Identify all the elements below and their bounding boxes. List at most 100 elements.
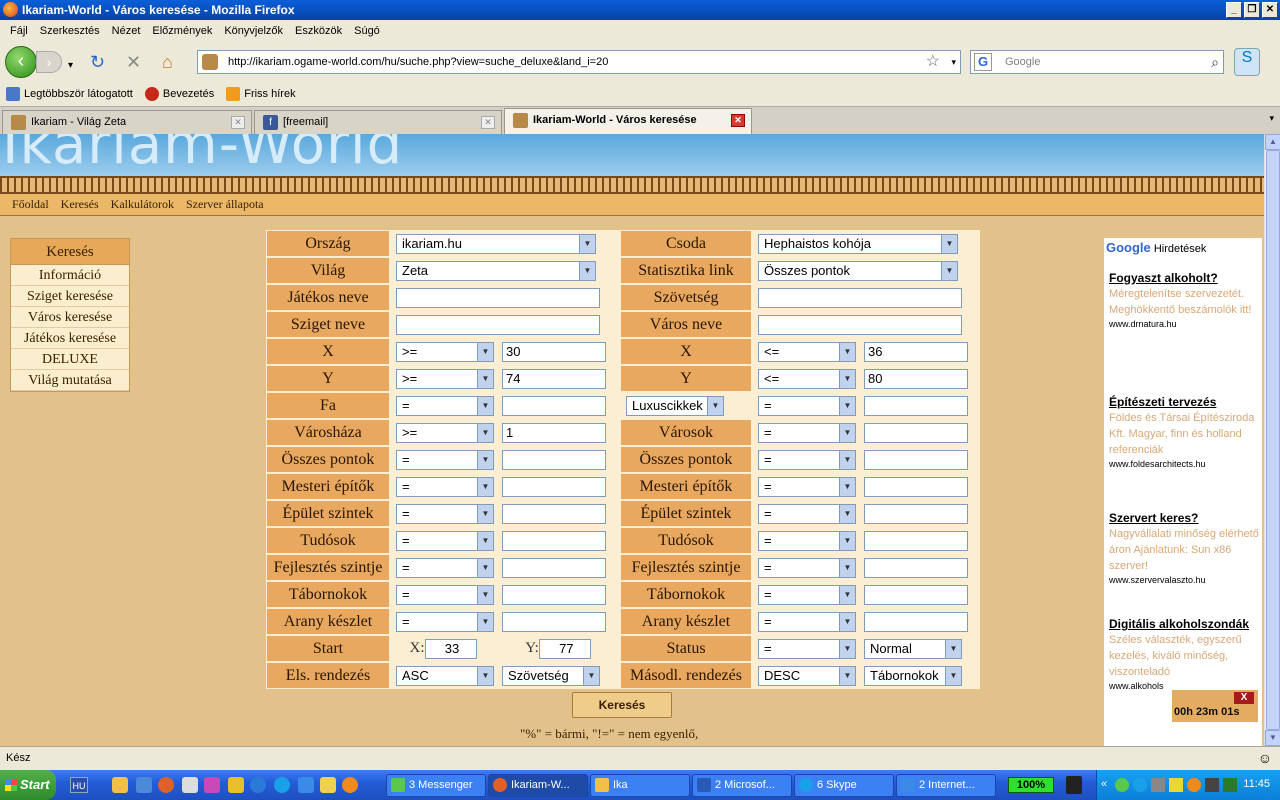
- ad-item[interactable]: Digitális alkoholszondák Széles választék…: [1109, 616, 1259, 692]
- skype-quicklaunch-icon[interactable]: [274, 777, 290, 793]
- criteria-value-input[interactable]: [864, 476, 968, 497]
- url-bar[interactable]: http://ikariam.ogame-world.com/hu/suche.…: [197, 50, 961, 74]
- left-menu-island-search[interactable]: Sziget keresése: [11, 286, 129, 307]
- tray-network-icon[interactable]: [1205, 778, 1219, 792]
- quicklaunch-icon[interactable]: [182, 777, 198, 793]
- vertical-scrollbar[interactable]: ▲ ▼: [1264, 134, 1280, 746]
- bookmark-most-visited[interactable]: Legtöbbször látogatott: [6, 87, 141, 101]
- search-icon[interactable]: ⌕: [1211, 51, 1219, 73]
- task-messenger[interactable]: 3 Messenger: [386, 774, 486, 797]
- operator-select[interactable]: = ▼: [396, 557, 494, 578]
- criteria-value-input[interactable]: [502, 611, 606, 632]
- luxury-type-select[interactable]: Luxuscikkek ▼: [626, 395, 724, 416]
- messenger-quicklaunch-icon[interactable]: [342, 777, 358, 793]
- operator-select[interactable]: = ▼: [758, 422, 856, 443]
- ad-title[interactable]: Digitális alkoholszondák: [1109, 616, 1259, 632]
- nav-search-link[interactable]: Keresés: [61, 197, 99, 212]
- tray-icon[interactable]: [1169, 778, 1183, 792]
- quicklaunch-icon[interactable]: [204, 777, 220, 793]
- operator-select[interactable]: >= ▼: [396, 422, 494, 443]
- scroll-up-icon[interactable]: ▲: [1265, 134, 1280, 150]
- media-player-icon[interactable]: [250, 777, 266, 793]
- left-menu-player-search[interactable]: Játékos keresése: [11, 328, 129, 349]
- nav-server-status-link[interactable]: Szerver állapota: [186, 197, 264, 212]
- criteria-value-input[interactable]: [864, 449, 968, 470]
- ad-url[interactable]: www.drnatura.hu: [1109, 318, 1259, 330]
- alliance-input[interactable]: [758, 287, 962, 308]
- language-indicator[interactable]: HU: [70, 777, 88, 793]
- stop-icon[interactable]: ✕: [126, 52, 141, 72]
- primary-sort-direction-select[interactable]: ASC ▼: [396, 665, 494, 686]
- criteria-value-input[interactable]: [864, 557, 968, 578]
- country-select[interactable]: ikariam.hu ▼: [396, 233, 596, 254]
- left-menu-show-world[interactable]: Világ mutatása: [11, 370, 129, 391]
- tray-icon[interactable]: [1223, 778, 1237, 792]
- criteria-value-input[interactable]: 74: [502, 368, 606, 389]
- criteria-value-input[interactable]: [864, 395, 968, 416]
- scroll-thumb[interactable]: [1266, 150, 1280, 730]
- operator-select[interactable]: <= ▼: [758, 341, 856, 362]
- reload-icon[interactable]: ↻: [90, 52, 105, 72]
- criteria-value-input[interactable]: [502, 584, 606, 605]
- timer-close-button[interactable]: X: [1234, 692, 1254, 704]
- criteria-value-input[interactable]: [864, 503, 968, 524]
- ad-item[interactable]: Építészeti tervezés Földes és Társai Épít…: [1109, 394, 1259, 470]
- task-explorer[interactable]: Ika: [590, 774, 690, 797]
- search-bar[interactable]: G Google ⌕: [970, 50, 1224, 74]
- criteria-value-input[interactable]: [502, 476, 606, 497]
- ad-url[interactable]: www.foldesarchitects.hu: [1109, 458, 1259, 470]
- quicklaunch-icon[interactable]: [228, 777, 244, 793]
- criteria-value-input[interactable]: 1: [502, 422, 606, 443]
- bookmark-getting-started[interactable]: Bevezetés: [144, 87, 222, 101]
- task-skype[interactable]: 6 Skype: [794, 774, 894, 797]
- ad-title[interactable]: Építészeti tervezés: [1109, 394, 1259, 410]
- wonder-select[interactable]: Hephaistos kohója ▼: [758, 233, 958, 254]
- tray-icon[interactable]: [1115, 778, 1129, 792]
- criteria-value-input[interactable]: [502, 449, 606, 470]
- stat-link-select[interactable]: Összes pontok ▼: [758, 260, 958, 281]
- operator-select[interactable]: = ▼: [396, 476, 494, 497]
- operator-select[interactable]: = ▼: [758, 584, 856, 605]
- search-button[interactable]: Keresés: [572, 692, 672, 718]
- bookmark-latest-headlines[interactable]: Friss hírek: [226, 87, 303, 101]
- skype-toolbar-icon[interactable]: S: [1234, 48, 1260, 76]
- tray-expand-icon[interactable]: «: [1101, 778, 1107, 790]
- menu-history[interactable]: Előzmények: [146, 25, 218, 37]
- tab-varos-keresese[interactable]: Ikariam-World - Város keresése ✕: [504, 108, 752, 135]
- tray-skype-icon[interactable]: [1133, 778, 1147, 792]
- task-internet-explorer[interactable]: 2 Internet...: [896, 774, 996, 797]
- menu-file[interactable]: Fájl: [4, 25, 34, 37]
- task-word[interactable]: 2 Microsof...: [692, 774, 792, 797]
- criteria-value-input[interactable]: 36: [864, 341, 968, 362]
- operator-select[interactable]: = ▼: [396, 395, 494, 416]
- criteria-value-input[interactable]: [864, 422, 968, 443]
- criteria-value-input[interactable]: [864, 584, 968, 605]
- criteria-value-input[interactable]: [502, 503, 606, 524]
- close-window-button[interactable]: ✕: [1262, 2, 1278, 18]
- restore-button[interactable]: ❐: [1244, 2, 1260, 18]
- start-y-input[interactable]: 77: [538, 638, 591, 659]
- operator-select[interactable]: = ▼: [758, 476, 856, 497]
- ie-quicklaunch-icon[interactable]: [298, 777, 314, 793]
- criteria-value-input[interactable]: [864, 530, 968, 551]
- operator-select[interactable]: = ▼: [758, 530, 856, 551]
- menu-view[interactable]: Nézet: [106, 25, 147, 37]
- operator-select[interactable]: >= ▼: [396, 341, 494, 362]
- nav-calculators-link[interactable]: Kalkulátorok: [111, 197, 174, 212]
- bookmark-star-icon[interactable]: ☆: [926, 51, 940, 73]
- minimize-button[interactable]: _: [1226, 2, 1242, 18]
- menu-edit[interactable]: Szerkesztés: [34, 25, 106, 37]
- start-x-input[interactable]: 33: [424, 638, 477, 659]
- close-tab-icon[interactable]: ✕: [731, 114, 745, 127]
- ad-item[interactable]: Fogyaszt alkoholt? Méregtelenítse szervez…: [1109, 270, 1259, 330]
- world-select[interactable]: Zeta ▼: [396, 260, 596, 281]
- url-dropdown-icon[interactable]: ▾: [951, 51, 956, 73]
- home-icon[interactable]: ⌂: [162, 52, 173, 72]
- city-name-input[interactable]: [758, 314, 962, 335]
- ad-item[interactable]: Szervert keres? Nagyvállalati minőség elé…: [1109, 510, 1259, 586]
- quicklaunch-icon[interactable]: [320, 777, 336, 793]
- left-menu-info[interactable]: Információ: [11, 265, 129, 286]
- criteria-value-input[interactable]: 30: [502, 341, 606, 362]
- operator-select[interactable]: = ▼: [396, 530, 494, 551]
- criteria-value-input[interactable]: [502, 530, 606, 551]
